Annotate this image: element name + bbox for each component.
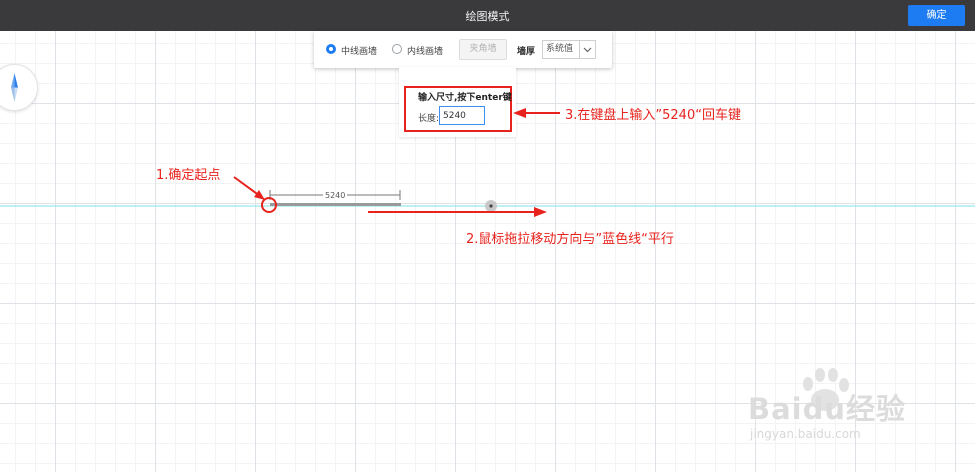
watermark-url: jingyan.baidu.com <box>750 427 861 441</box>
dimension-label: 5240 <box>323 191 348 200</box>
annotation-arrow-1 <box>233 176 261 197</box>
watermark-brand: Baidu经验 <box>748 392 907 426</box>
annotation-step1: 1.确定起点 <box>156 168 221 183</box>
annotation-step3: 3.在键盘上输入”5240“回车键 <box>565 108 741 123</box>
annotation-step2: 2.鼠标拖拉移动方向与”蓝色线“平行 <box>466 232 674 247</box>
wall-segment <box>270 203 401 206</box>
